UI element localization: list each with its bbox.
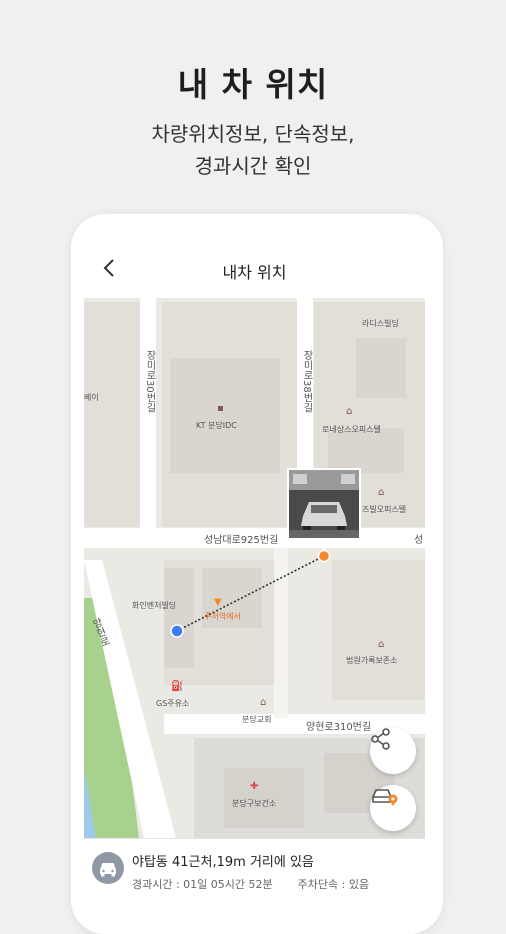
info-bar: 야탑동 41근처,19m 거리에 있음 경과시간 : 01일 05시간 52분 … <box>84 838 425 920</box>
place-bundang-court: 법원가록보존소 <box>346 656 398 665</box>
church-icon: ⌂ <box>260 697 267 708</box>
car-location-button[interactable] <box>370 785 416 831</box>
phone-side-button-lower <box>437 508 443 550</box>
app-bar: 내차 위치 <box>84 240 425 298</box>
status-line: 경과시간 : 01일 05시간 52분 주차단속 : 있음 <box>132 876 369 892</box>
car-icon <box>100 863 116 877</box>
block-mid-right <box>332 560 425 700</box>
parked-car-photo-icon <box>289 470 359 538</box>
map-view[interactable]: 라디스빌딩 베이 ▪ KT 분당IDC ⌂ 로네상스오피스텔 ⌂ 즈빌오피스텔 … <box>84 298 425 838</box>
road-label-jangmi30: 장미로30번길 <box>144 350 155 413</box>
health-icon: ✚ <box>250 781 259 792</box>
place-kt: KT 분당IDC <box>196 421 237 430</box>
location-text: 야탑동 41근처,19m 거리에 있음 <box>132 855 314 870</box>
promo-subtitle: 차량위치정보, 단속정보, 경과시간 확인 <box>0 118 506 182</box>
building-icon: ⌂ <box>346 406 353 417</box>
place-left-edge: 베이 <box>84 393 99 402</box>
promo-title: 내 차 위치 <box>177 65 329 104</box>
car-location-icon <box>372 789 398 806</box>
promo-subtitle-line1: 차량위치정보, 단속정보, <box>151 122 355 146</box>
place-ronesangseu: 로네상스오피스텔 <box>322 425 381 434</box>
car-icon-badge <box>92 852 124 884</box>
road-label-jangmi38: 장미로38번길 <box>301 350 312 413</box>
road-vertical-left <box>140 298 156 543</box>
elapsed-time: 경과시간 : 01일 05시간 52분 <box>132 878 273 891</box>
car-photo-thumbnail[interactable] <box>287 468 361 540</box>
place-bundang-health: 분당구보건소 <box>232 799 277 808</box>
block-left-top <box>84 302 140 527</box>
food-icon: ▼ <box>214 597 222 608</box>
place-hwain: 화인벤처빌딩 <box>132 601 177 610</box>
app-screen: 내차 위치 라디스빌딩 베이 ▪ KT 분당IDC ⌂ 로네상스오피스텔 ⌂ 즈… <box>84 240 425 920</box>
building-icon: ▪ <box>217 403 224 414</box>
road-label-yanghyeon310: 양현로310번길 <box>306 722 372 733</box>
promo-subtitle-line2: 경과시간 확인 <box>194 154 312 178</box>
place-jeoyeok: 주저역에서 <box>204 612 241 621</box>
phone-side-button-upper <box>437 345 443 427</box>
road-label-seongnam: 성남대로925번길 <box>204 535 279 546</box>
place-bundang-church: 분당교회 <box>242 715 272 724</box>
place-jeonseu: 즈빌오피스텔 <box>362 505 407 514</box>
enforcement-status: 주차단속 : 있음 <box>297 878 370 891</box>
bank-icon: ⌂ <box>378 639 385 650</box>
road-label-seongnam-edge: 성 <box>414 535 424 546</box>
gas-station-icon: ⛽ <box>171 681 184 692</box>
phone-location-marker <box>170 624 184 638</box>
car-location-marker <box>317 549 331 563</box>
share-button[interactable] <box>370 728 416 774</box>
road-mid <box>274 548 288 718</box>
building-icon: ⌂ <box>378 487 385 498</box>
share-icon <box>371 728 390 750</box>
place-gs: GS주유소 <box>156 699 190 708</box>
page-title: 내차 위치 <box>222 263 287 282</box>
place-radisseu: 라디스빌딩 <box>362 319 399 328</box>
